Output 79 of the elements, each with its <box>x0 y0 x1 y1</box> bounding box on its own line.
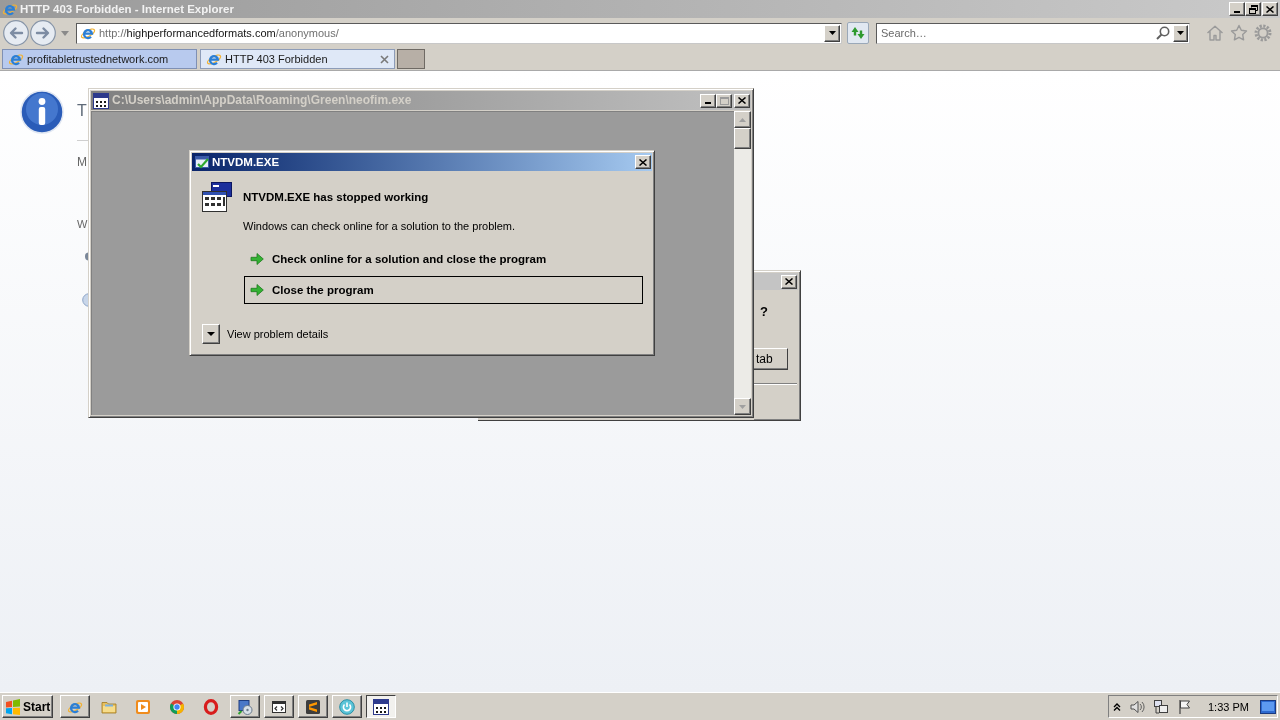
chevron-up-icon[interactable] <box>1113 702 1121 711</box>
close-icon <box>1266 5 1274 13</box>
dropdown-button[interactable] <box>1173 24 1188 42</box>
scroll-up-button[interactable] <box>734 111 751 128</box>
scroll-thumb[interactable] <box>734 128 751 149</box>
dialog-button[interactable]: tab <box>754 348 788 370</box>
maximize-button[interactable] <box>716 93 732 108</box>
minimize-button[interactable] <box>1229 2 1245 16</box>
caret-icon <box>828 31 836 35</box>
network-icon[interactable] <box>1153 698 1169 715</box>
caret-icon <box>1177 31 1184 35</box>
close-icon <box>738 97 746 104</box>
play-icon <box>135 698 151 715</box>
close-icon <box>785 278 793 285</box>
arrows-icon <box>850 25 866 41</box>
e-logo-icon <box>80 25 96 41</box>
window-check-icon <box>194 154 210 170</box>
code-window-icon <box>271 698 287 715</box>
minimize-icon <box>705 102 711 104</box>
flag-icon[interactable] <box>1177 698 1193 715</box>
flag-logo-icon <box>5 698 21 715</box>
back-button[interactable] <box>3 20 29 46</box>
window-title: HTTP 403 Forbidden - Internet Explorer <box>20 2 234 17</box>
round-logo-icon <box>169 698 185 715</box>
close-button[interactable] <box>635 155 651 169</box>
close-icon <box>639 158 647 166</box>
expand-button[interactable] <box>202 324 220 344</box>
caret-icon <box>207 332 215 336</box>
taskbar-button[interactable] <box>366 695 396 718</box>
search-icon[interactable] <box>1156 26 1170 40</box>
dropdown-button[interactable] <box>824 24 840 42</box>
close-button[interactable] <box>1262 2 1278 16</box>
error-heading: NTVDM.EXE has stopped working <box>243 190 429 205</box>
triangle-up-icon <box>739 117 746 122</box>
close-button[interactable] <box>734 93 750 108</box>
paragraph-text: M <box>77 154 87 170</box>
details-label[interactable]: View problem details <box>227 327 329 341</box>
scroll-down-button[interactable] <box>734 398 751 415</box>
start-button[interactable]: Start <box>2 695 53 718</box>
close-button[interactable] <box>781 274 797 289</box>
ring-logo-icon <box>203 698 219 715</box>
error-message: Windows can check online for a solution to the problem. <box>243 219 516 233</box>
search-field[interactable]: Search… <box>876 22 1190 44</box>
option-button[interactable]: Close the program <box>244 276 643 304</box>
arrow-icon <box>250 252 264 266</box>
arrow-icon <box>250 283 264 297</box>
app-window-icon <box>373 698 389 715</box>
new-tab-button[interactable] <box>397 49 425 69</box>
heading-text: T <box>77 101 87 121</box>
dialog-title: NTVDM.EXE <box>212 155 280 170</box>
restore-icon <box>1248 4 1258 14</box>
e-logo-icon <box>206 51 222 67</box>
chevron-tile-icon <box>305 698 321 715</box>
forward-button[interactable] <box>30 20 56 46</box>
close-icon[interactable] <box>380 54 389 64</box>
tab[interactable]: profitabletrustednetwork.com <box>2 49 197 69</box>
triangle-down-icon <box>739 404 746 409</box>
restore-button[interactable] <box>1245 2 1261 16</box>
address-field[interactable]: http://highperformancedformats.com/anonymous/ <box>76 22 842 44</box>
info-icon <box>20 90 64 134</box>
program-window-icon <box>201 181 233 213</box>
app-window-icon <box>93 92 109 109</box>
minimize-icon <box>1234 10 1240 13</box>
tab[interactable]: HTTP 403 Forbidden <box>200 49 395 69</box>
clock[interactable]: 1:33 PM <box>1208 699 1249 714</box>
star-icon[interactable] <box>1230 24 1248 42</box>
power-icon <box>339 698 355 715</box>
maximize-icon <box>719 96 729 105</box>
question-text: ? <box>760 304 768 320</box>
show-desktop-icon[interactable] <box>1260 699 1276 714</box>
refresh-button[interactable] <box>847 22 869 44</box>
disc-box-icon <box>237 698 253 715</box>
speaker-icon[interactable] <box>1129 698 1145 715</box>
console-title: C:\Users\admin\AppData\Roaming\Green\neofim.exe <box>112 92 412 109</box>
e-logo-icon <box>8 51 24 67</box>
paragraph-text: W <box>77 217 88 232</box>
option-button[interactable]: Check online for a solution and close the program <box>244 245 643 273</box>
minimize-button[interactable] <box>700 93 716 108</box>
e-logo-icon <box>2 1 18 17</box>
